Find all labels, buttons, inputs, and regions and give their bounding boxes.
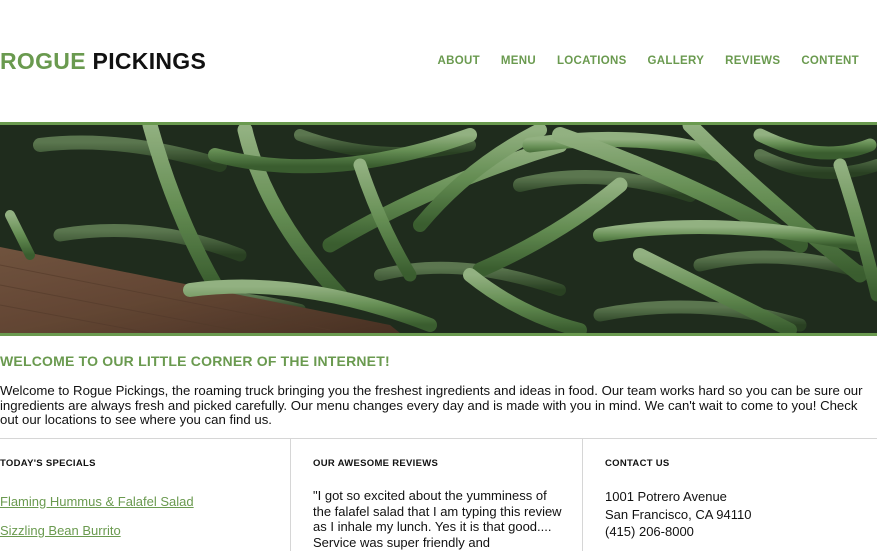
nav-gallery[interactable]: GALLERY xyxy=(648,55,705,67)
hero-image xyxy=(0,122,877,336)
green-beans-photo xyxy=(0,125,877,333)
nav-reviews[interactable]: REVIEWS xyxy=(725,55,780,67)
nav-locations[interactable]: LOCATIONS xyxy=(557,55,627,67)
site-logo[interactable]: ROGUE PICKINGS xyxy=(0,48,206,75)
special-item[interactable]: Flaming Hummus & Falafel Salad xyxy=(0,494,194,509)
review-quote: "I got so excited about the yumminess of… xyxy=(313,488,562,550)
contact-phone[interactable]: (415) 206-8000 xyxy=(605,524,694,539)
contact-address-line2: San Francisco, CA 94110 xyxy=(605,507,752,522)
site-header: ROGUE PICKINGS ABOUT MENU LOCATIONS GALL… xyxy=(0,0,877,122)
welcome-heading: WELCOME TO OUR LITTLE CORNER OF THE INTE… xyxy=(0,353,390,369)
welcome-paragraph: Welcome to Rogue Pickings, the roaming t… xyxy=(0,383,863,427)
main-nav: ABOUT MENU LOCATIONS GALLERY REVIEWS CON… xyxy=(438,55,859,67)
reviews-column: OUR AWESOME REVIEWS "I got so excited ab… xyxy=(291,439,583,551)
special-item[interactable]: Sizzling Bean Burrito xyxy=(0,523,121,538)
info-columns: TODAY'S SPECIALS Flaming Hummus & Falafe… xyxy=(0,438,877,551)
nav-menu[interactable]: MENU xyxy=(501,55,536,67)
logo-accent-text: ROGUE xyxy=(0,48,86,74)
specials-heading: TODAY'S SPECIALS xyxy=(0,458,96,469)
logo-main-text: PICKINGS xyxy=(92,48,207,74)
reviews-heading: OUR AWESOME REVIEWS xyxy=(313,458,439,469)
contact-column: CONTACT US 1001 Potrero Avenue San Franc… xyxy=(583,439,877,551)
contact-heading: CONTACT US xyxy=(605,458,670,469)
nav-content[interactable]: CONTENT xyxy=(801,55,859,67)
nav-about[interactable]: ABOUT xyxy=(438,55,480,67)
contact-address-line1: 1001 Potrero Avenue xyxy=(605,489,727,504)
specials-column: TODAY'S SPECIALS Flaming Hummus & Falafe… xyxy=(0,439,291,551)
